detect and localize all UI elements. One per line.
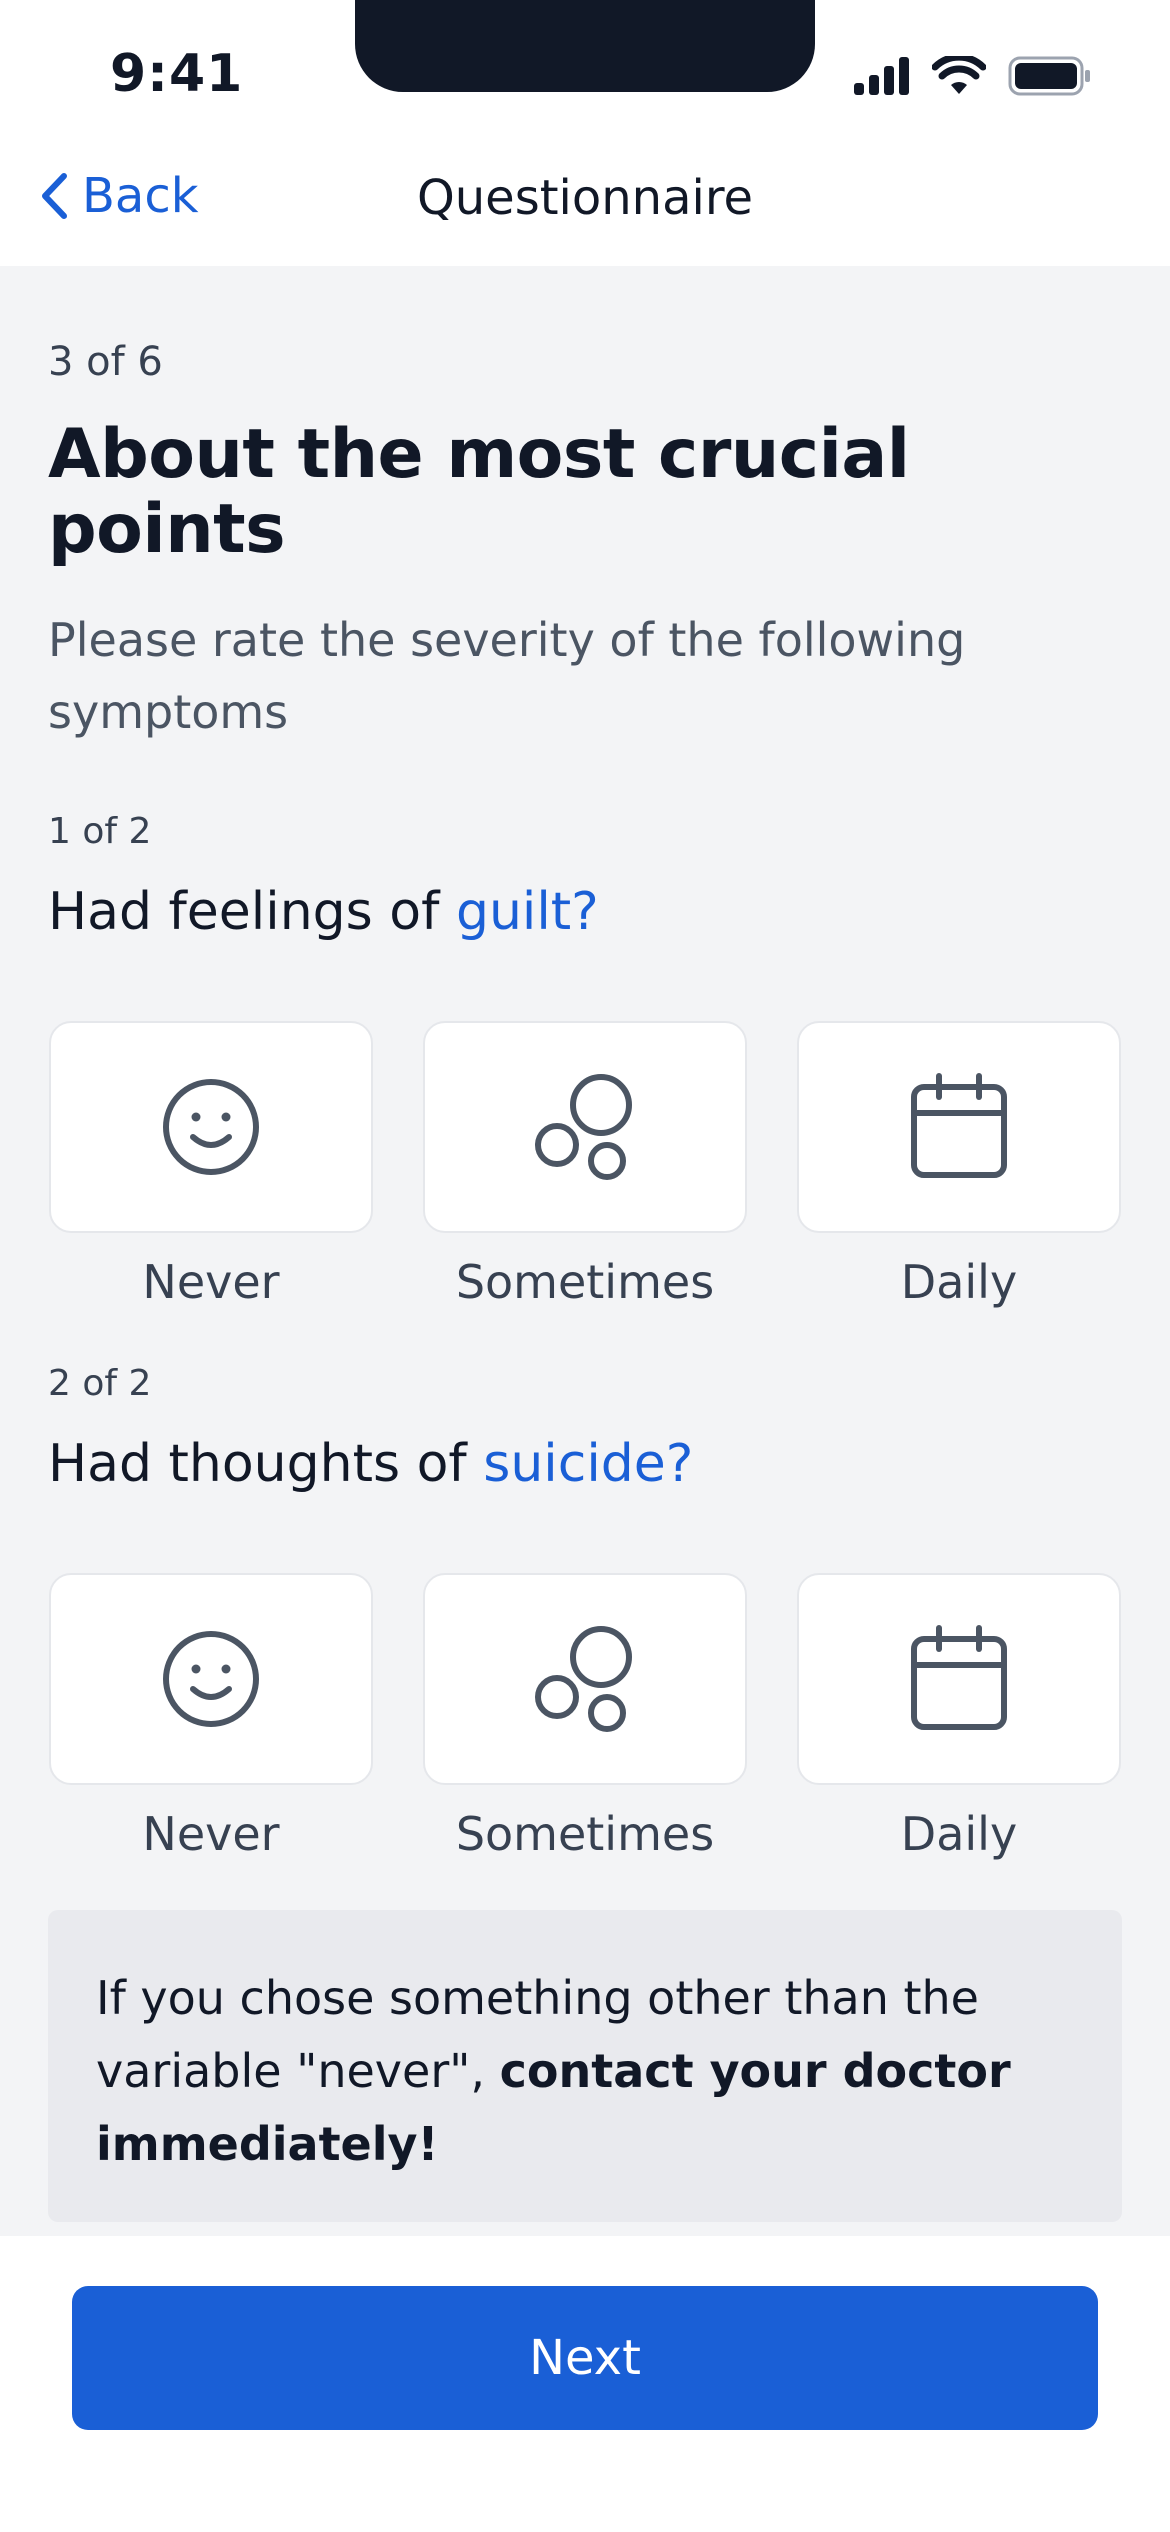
calendar-icon xyxy=(911,1072,1007,1178)
questionnaire-content: 3 of 6 About the most crucial points Ple… xyxy=(48,266,1122,2223)
option-label: Never xyxy=(142,1807,280,1862)
step-counter: 3 of 6 xyxy=(48,339,163,385)
question-text: Had feelings of guilt? xyxy=(48,881,1122,942)
question-counter: 2 of 2 xyxy=(48,1362,152,1404)
option-never-card[interactable] xyxy=(49,1020,373,1233)
option-never: Never xyxy=(48,1573,374,1862)
question-accent: suicide? xyxy=(483,1433,694,1494)
option-label: Never xyxy=(142,1254,280,1309)
question-counter: 1 of 2 xyxy=(48,810,152,852)
warning-box: If you chose something other than the va… xyxy=(48,1910,1122,2223)
nav-title: Questionnaire xyxy=(416,170,754,226)
status-icons xyxy=(854,56,1092,96)
next-button[interactable]: Next xyxy=(72,2286,1098,2430)
question-prefix: Had feelings of xyxy=(48,881,456,942)
bubbles-icon xyxy=(535,1626,632,1733)
option-sometimes: Sometimes xyxy=(422,1573,748,1862)
calendar-icon xyxy=(911,1625,1007,1731)
option-daily-card[interactable] xyxy=(797,1573,1121,1786)
question-accent: guilt? xyxy=(455,881,599,942)
option-label: Daily xyxy=(900,1254,1018,1309)
option-daily-card[interactable] xyxy=(797,1020,1121,1233)
status-time: 9:41 xyxy=(110,44,244,104)
option-sometimes: Sometimes xyxy=(422,1020,748,1310)
option-label: Sometimes xyxy=(455,1807,715,1862)
smiley-face-icon xyxy=(163,1631,259,1728)
option-daily: Daily xyxy=(796,1020,1122,1310)
bubbles-icon xyxy=(535,1073,632,1180)
question-guilt: 1 of 2 Had feelings of guilt? Never Some… xyxy=(48,810,1122,1310)
answer-options: Never Sometimes Daily xyxy=(48,1020,1122,1310)
footer: Next xyxy=(0,2236,1170,2532)
option-never-card[interactable] xyxy=(49,1573,373,1786)
option-never: Never xyxy=(48,1020,374,1310)
question-prefix: Had thoughts of xyxy=(48,1433,484,1494)
option-label: Daily xyxy=(900,1807,1018,1862)
wifi-icon xyxy=(932,56,986,94)
question-text: Had thoughts of suicide? xyxy=(48,1433,1122,1494)
battery-icon xyxy=(1008,56,1090,96)
question-suicide: 2 of 2 Had thoughts of suicide? Never So… xyxy=(48,1362,1122,1862)
page-title: About the most crucial points xyxy=(48,415,910,569)
navigation-bar: Back Questionnaire xyxy=(0,130,1170,266)
answer-options: Never Sometimes Daily xyxy=(48,1573,1122,1862)
cellular-signal-icon xyxy=(854,57,909,95)
smiley-face-icon xyxy=(163,1078,259,1175)
page-subtitle: Please rate the severity of the followin… xyxy=(48,612,966,739)
option-daily: Daily xyxy=(796,1573,1122,1862)
device-notch xyxy=(355,0,815,92)
option-sometimes-card[interactable] xyxy=(423,1573,747,1786)
status-bar: 9:41 xyxy=(0,0,1170,130)
option-label: Sometimes xyxy=(455,1254,715,1309)
option-sometimes-card[interactable] xyxy=(423,1020,747,1233)
